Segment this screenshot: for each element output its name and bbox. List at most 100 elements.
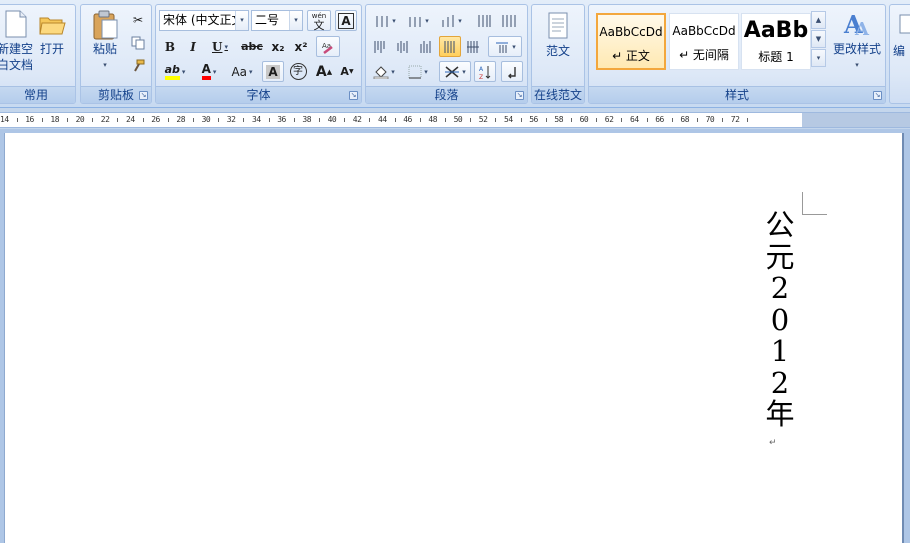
font-name-combo[interactable]: 宋体 (中文正文) ▾ xyxy=(159,10,249,31)
ruler-tick xyxy=(722,118,724,122)
templates-button[interactable]: 范文 xyxy=(534,11,582,59)
align-bottom-button[interactable] xyxy=(415,36,437,57)
font-dialog-launcher[interactable]: ↘ xyxy=(349,91,358,100)
numbered-list-icon xyxy=(409,16,421,27)
style-normal-sample: AaBbCcDd xyxy=(599,25,663,39)
style-heading-1[interactable]: AaBb 标题 1 xyxy=(741,13,811,70)
horizontal-ruler[interactable]: 14 16 18 20 22 24 26 28 30 32 34 36 38 40 42 44 46 48 50 52… xyxy=(0,112,910,128)
cut-button[interactable]: ✂ xyxy=(127,9,149,30)
numbering-dropdown-icon[interactable]: ▾ xyxy=(425,17,429,25)
multilevel-list-icon xyxy=(442,14,454,27)
style-normal[interactable]: AaBbCcDd ↵ 正文 xyxy=(596,13,666,70)
style-gallery-scroll: ▲ ▼ ▾ xyxy=(811,11,826,68)
shading-button[interactable]: ▾ xyxy=(369,61,399,82)
multilevel-list-button[interactable]: ▾ xyxy=(435,10,467,31)
paragraph-end-mark: ↵ xyxy=(769,438,777,448)
style-no-spacing[interactable]: AaBbCcDd ↵ 无间隔 xyxy=(669,13,739,70)
paste-button[interactable]: 粘贴 ▾ xyxy=(85,9,125,73)
strikethrough-button[interactable]: abc xyxy=(238,36,266,57)
group-online-templates: 范文 在线范文 xyxy=(531,4,585,104)
paste-dropdown-icon[interactable]: ▾ xyxy=(85,57,125,73)
vertical-char: 0 xyxy=(770,302,790,337)
enclose-characters-button[interactable]: 字 xyxy=(287,61,309,82)
gallery-more-icon[interactable]: ▾ xyxy=(811,49,826,67)
ruler-tick xyxy=(41,118,43,122)
subscript-button[interactable]: x₂ xyxy=(267,36,289,57)
bullets-button[interactable]: ▾ xyxy=(369,10,401,31)
group-label-paragraph: 段落 xyxy=(366,86,527,103)
align-center-icon xyxy=(397,40,408,53)
highlight-button[interactable]: ab ▾ xyxy=(159,61,191,82)
clipboard-dialog-launcher[interactable]: ↘ xyxy=(139,91,148,100)
ribbon: 新建空 白文档 打开 常用 粘贴 ▾ ✂ 剪贴板 ↘ 宋体 (中文正文) ▾ 二… xyxy=(0,0,910,108)
font-color-button[interactable]: A ▾ xyxy=(194,61,224,82)
bold-button[interactable]: B xyxy=(159,36,181,57)
shading-dropdown-icon[interactable]: ▾ xyxy=(391,68,395,76)
ruler-tick xyxy=(394,118,396,122)
change-case-button[interactable]: Aa ▾ xyxy=(226,61,258,82)
borders-button[interactable]: ▾ xyxy=(402,61,434,82)
ruler-tick xyxy=(218,118,220,122)
format-painter-button[interactable] xyxy=(127,55,149,76)
distributed-button[interactable] xyxy=(462,36,484,57)
change-styles-dropdown-icon[interactable]: ▾ xyxy=(829,57,885,73)
styles-dialog-launcher[interactable]: ↘ xyxy=(873,91,882,100)
underline-dropdown-icon[interactable]: ▾ xyxy=(224,42,228,51)
decrease-indent-button[interactable] xyxy=(472,10,496,31)
edit-button[interactable]: 编 xyxy=(893,11,910,59)
align-center-button[interactable] xyxy=(392,36,414,57)
chinese-layout-button[interactable]: ▾ xyxy=(439,61,471,82)
chinese-layout-icon xyxy=(445,65,460,78)
gallery-up-icon[interactable]: ▲ xyxy=(811,11,826,29)
multilevel-dropdown-icon[interactable]: ▾ xyxy=(458,17,462,25)
group-styles: AaBbCcDd ↵ 正文 AaBbCcDd ↵ 无间隔 AaBb 标题 1 ▲… xyxy=(588,4,886,104)
grow-font-icon: A xyxy=(315,63,327,80)
ruler-tick xyxy=(117,118,119,122)
phonetic-guide-button[interactable]: wén 文 xyxy=(307,10,331,31)
borders-dropdown-icon[interactable]: ▾ xyxy=(424,68,428,76)
paragraph-dialog-launcher[interactable]: ↘ xyxy=(515,91,524,100)
character-border-button[interactable]: A xyxy=(335,10,357,31)
font-size-dropdown-icon[interactable]: ▾ xyxy=(289,11,302,30)
font-color-dropdown-icon[interactable]: ▾ xyxy=(213,68,217,76)
sort-button[interactable]: AZ xyxy=(474,61,496,82)
shrink-font-button[interactable]: A ▼ xyxy=(336,61,358,82)
new-blank-document-button[interactable]: 新建空 白文档 xyxy=(0,9,33,73)
ruler-label: 66 xyxy=(655,115,664,124)
ruler-label: 36 xyxy=(277,115,286,124)
change-styles-button[interactable]: AA 更改样式 ▾ xyxy=(829,9,885,73)
new-document-icon xyxy=(0,9,30,39)
chinese-layout-dropdown-icon[interactable]: ▾ xyxy=(462,68,466,76)
numbering-button[interactable]: ▾ xyxy=(402,10,434,31)
show-marks-button[interactable] xyxy=(501,61,523,82)
ruler-label: 18 xyxy=(50,115,60,124)
increase-indent-button[interactable] xyxy=(497,10,521,31)
gallery-down-icon[interactable]: ▼ xyxy=(811,30,826,48)
open-button[interactable]: 打开 xyxy=(35,9,69,57)
superscript-button[interactable]: x² xyxy=(290,36,312,57)
ruler-tick xyxy=(697,118,698,122)
italic-button[interactable]: I xyxy=(182,36,204,57)
vertical-text-block[interactable]: 公元2012年 xyxy=(762,209,798,431)
ruler-tick xyxy=(16,118,18,122)
font-name-dropdown-icon[interactable]: ▾ xyxy=(235,11,248,30)
change-case-dropdown-icon[interactable]: ▾ xyxy=(249,68,253,76)
clear-formatting-button[interactable]: Aa xyxy=(316,36,340,57)
highlight-dropdown-icon[interactable]: ▾ xyxy=(182,68,186,76)
ruler-tick xyxy=(419,118,421,122)
justify-button[interactable] xyxy=(439,36,461,57)
paste-label: 粘贴 xyxy=(92,42,117,56)
copy-button[interactable] xyxy=(127,32,149,53)
bullet-list-icon xyxy=(376,15,388,27)
font-size-combo[interactable]: 二号 ▾ xyxy=(251,10,303,31)
line-spacing-button[interactable]: ▾ xyxy=(488,36,522,57)
line-spacing-dropdown-icon[interactable]: ▾ xyxy=(512,43,516,51)
bullets-dropdown-icon[interactable]: ▾ xyxy=(392,17,396,25)
ruler-label: 42 xyxy=(352,115,362,124)
grow-font-button[interactable]: A ▲ xyxy=(313,61,335,82)
ruler-tick xyxy=(243,118,245,122)
ruler-tick xyxy=(369,118,371,122)
underline-button[interactable]: U ▾ xyxy=(205,36,235,57)
align-top-button[interactable] xyxy=(369,36,391,57)
character-shading-button[interactable]: A xyxy=(262,61,284,82)
